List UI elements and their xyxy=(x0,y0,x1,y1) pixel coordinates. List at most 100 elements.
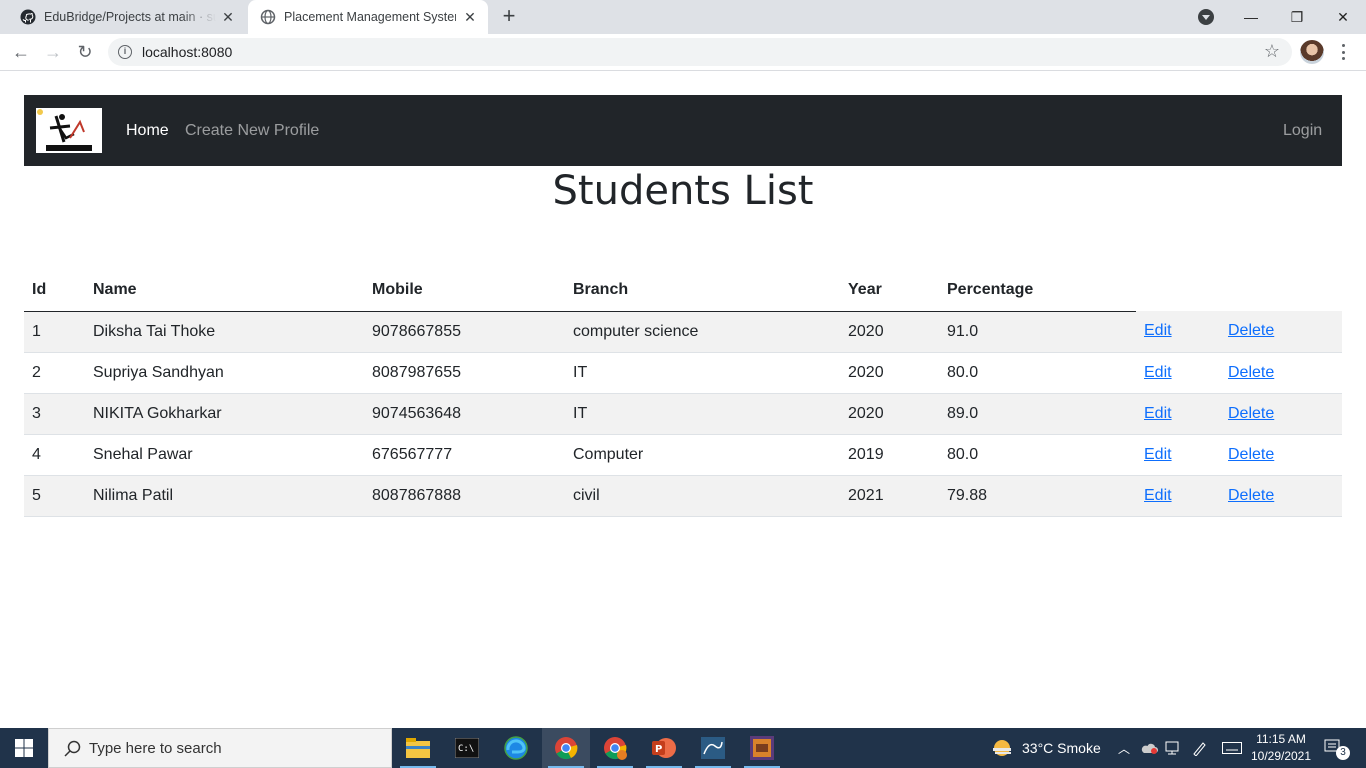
cell-id: 4 xyxy=(24,434,85,476)
clock-date: 10/29/2021 xyxy=(1250,749,1312,763)
mysql-workbench-icon[interactable] xyxy=(689,728,737,768)
svg-text:P: P xyxy=(655,744,662,755)
cell-id: 5 xyxy=(24,475,85,517)
windows-start-button[interactable] xyxy=(0,728,48,768)
cell-mobile: 8087867888 xyxy=(364,475,565,517)
tab-title: EduBridge/Projects at main · supriya xyxy=(44,10,216,24)
profile-avatar[interactable] xyxy=(1300,40,1324,64)
minimize-button[interactable]: — xyxy=(1228,0,1274,34)
chrome-icon[interactable] xyxy=(542,728,590,768)
cell-edit: Edit xyxy=(1136,434,1220,476)
cell-mobile: 8087987655 xyxy=(364,352,565,394)
cell-mobile: 676567777 xyxy=(364,434,565,476)
reload-icon[interactable]: ↻ xyxy=(72,40,98,64)
cell-year: 2020 xyxy=(840,352,939,394)
restore-button[interactable]: ❐ xyxy=(1274,0,1320,34)
network-icon[interactable] xyxy=(1165,728,1181,768)
edit-link[interactable]: Edit xyxy=(1144,487,1172,504)
page-title: Students List xyxy=(552,168,814,214)
students-table: Id Name Mobile Branch Year Percentage 1 … xyxy=(24,270,1342,517)
svg-text:C:\: C:\ xyxy=(458,744,474,754)
cell-branch: Computer xyxy=(565,434,840,476)
notification-center-icon[interactable]: 3 xyxy=(1324,728,1350,768)
cell-percentage: 89.0 xyxy=(939,393,1136,435)
delete-link[interactable]: Delete xyxy=(1228,487,1274,504)
terminal-icon[interactable]: C:\ xyxy=(443,728,491,768)
nav-login-link[interactable]: Login xyxy=(1283,122,1322,140)
cell-delete: Delete xyxy=(1220,393,1342,435)
new-tab-button[interactable]: + xyxy=(498,5,520,28)
close-window-button[interactable]: ✕ xyxy=(1320,0,1366,34)
chrome-profile-icon[interactable] xyxy=(591,728,639,768)
nav-create-profile-link[interactable]: Create New Profile xyxy=(185,122,319,140)
cell-mobile: 9078667855 xyxy=(364,311,565,353)
info-icon[interactable]: i xyxy=(118,45,132,59)
site-navbar: Home Create New Profile Login xyxy=(24,95,1342,166)
weather-widget[interactable]: 33°C Smoke xyxy=(990,728,1101,768)
table-row: 4 Snehal Pawar 676567777 Computer 2019 8… xyxy=(24,434,1342,476)
cell-edit: Edit xyxy=(1136,393,1220,435)
cell-id: 2 xyxy=(24,352,85,394)
keyboard-icon[interactable] xyxy=(1222,728,1242,768)
column-header-mobile: Mobile xyxy=(364,270,565,312)
delete-link[interactable]: Delete xyxy=(1228,446,1274,463)
browser-toolbar: ← → ↻ i localhost:8080 ☆ xyxy=(0,34,1366,71)
edit-link[interactable]: Edit xyxy=(1144,322,1172,339)
column-header-id: Id xyxy=(24,270,85,312)
cell-id: 3 xyxy=(24,393,85,435)
system-clock[interactable]: 11:15 AM 10/29/2021 xyxy=(1248,731,1314,765)
onedrive-icon[interactable] xyxy=(1140,728,1158,768)
cell-percentage: 80.0 xyxy=(939,434,1136,476)
url-text[interactable]: localhost:8080 xyxy=(142,44,232,60)
cell-edit: Edit xyxy=(1136,352,1220,394)
cell-edit: Edit xyxy=(1136,311,1220,353)
cell-delete: Delete xyxy=(1220,475,1342,517)
edge-browser-icon[interactable] xyxy=(492,728,540,768)
edit-link[interactable]: Edit xyxy=(1144,446,1172,463)
back-arrow-icon[interactable]: ← xyxy=(8,40,34,64)
cell-mobile: 9074563648 xyxy=(364,393,565,435)
cell-delete: Delete xyxy=(1220,311,1342,353)
powerpoint-icon[interactable]: P xyxy=(640,728,688,768)
nav-home-link[interactable]: Home xyxy=(126,122,169,140)
cell-year: 2021 xyxy=(840,475,939,517)
delete-link[interactable]: Delete xyxy=(1228,405,1274,422)
cell-name: NIKITA Gokharkar xyxy=(85,393,364,435)
forward-arrow-icon[interactable]: → xyxy=(40,40,66,64)
taskbar-search-box[interactable]: Type here to search xyxy=(48,728,392,768)
delete-link[interactable]: Delete xyxy=(1228,364,1274,381)
close-icon[interactable]: ✕ xyxy=(220,9,236,25)
browser-tab-active[interactable]: Placement Management System ✕ xyxy=(248,0,488,34)
cell-delete: Delete xyxy=(1220,352,1342,394)
edit-link[interactable]: Edit xyxy=(1144,405,1172,422)
column-header-branch: Branch xyxy=(565,270,840,312)
cell-branch: IT xyxy=(565,352,840,394)
tab-search-icon[interactable] xyxy=(1198,9,1214,25)
close-icon[interactable]: ✕ xyxy=(462,9,478,25)
placement-cell-logo[interactable] xyxy=(36,108,102,153)
column-header-year: Year xyxy=(840,270,939,312)
windows-taskbar: Type here to search C:\ P 33°C Smoke ︿ 1… xyxy=(0,728,1366,768)
game-app-icon[interactable] xyxy=(738,728,786,768)
file-explorer-icon[interactable] xyxy=(394,728,442,768)
cell-year: 2020 xyxy=(840,393,939,435)
weather-sun-icon xyxy=(993,740,1011,756)
edit-link[interactable]: Edit xyxy=(1144,364,1172,381)
tab-title: Placement Management System xyxy=(284,10,456,24)
cell-percentage: 91.0 xyxy=(939,311,1136,353)
chevron-up-icon[interactable]: ︿ xyxy=(1118,728,1130,768)
table-row: 5 Nilima Patil 8087867888 civil 2021 79.… xyxy=(24,475,1342,517)
cell-edit: Edit xyxy=(1136,475,1220,517)
column-header-percentage: Percentage xyxy=(939,270,1136,312)
cell-branch: IT xyxy=(565,393,840,435)
table-header-row: Id Name Mobile Branch Year Percentage xyxy=(24,270,1342,312)
browser-tab-github[interactable]: EduBridge/Projects at main · supriya ✕ xyxy=(8,0,246,34)
bookmark-star-icon[interactable]: ☆ xyxy=(1264,41,1280,62)
browser-menu-icon[interactable] xyxy=(1340,42,1346,62)
cell-year: 2020 xyxy=(840,311,939,353)
delete-link[interactable]: Delete xyxy=(1228,322,1274,339)
address-bar[interactable]: i localhost:8080 ☆ xyxy=(108,38,1292,66)
pen-icon[interactable] xyxy=(1192,728,1208,768)
cell-branch: civil xyxy=(565,475,840,517)
cell-name: Diksha Tai Thoke xyxy=(85,311,364,353)
